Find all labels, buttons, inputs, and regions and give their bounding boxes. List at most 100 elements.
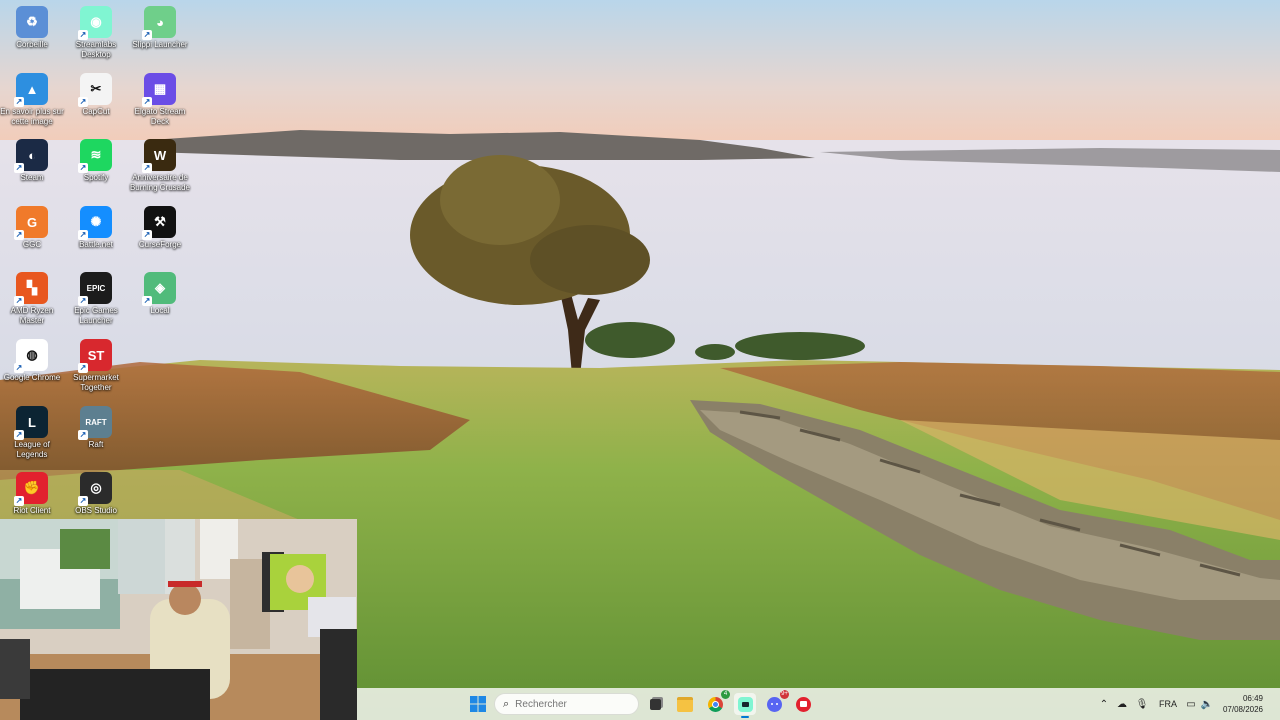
- battlenet-icon: ✺ ↗: [78, 206, 112, 240]
- recycle-bin-icon: ♻: [16, 6, 48, 38]
- elgato-stream-deck-icon: ▦ ↗: [142, 73, 176, 107]
- desktop-icon-capcut[interactable]: ✂ ↗ CapCut: [64, 69, 128, 131]
- chevron-up-icon[interactable]: ⌃: [1095, 699, 1113, 710]
- supermarket-together-icon: ST ↗: [78, 339, 112, 373]
- streamlabs-icon: ◉ ↗: [78, 6, 112, 40]
- league-of-legends-icon: L ↗: [14, 406, 48, 440]
- shortcut-arrow-icon: ↗: [78, 97, 88, 107]
- clock-time: 06:49: [1242, 694, 1263, 703]
- chrome-taskbar-button[interactable]: 4: [704, 690, 730, 715]
- steam-icon: ◐ ↗: [14, 139, 48, 173]
- shortcut-arrow-icon: ↗: [142, 163, 152, 173]
- chrome-badge: 4: [721, 690, 730, 699]
- desktop-icon-league-of-legends[interactable]: L ↗ League of Legends: [0, 402, 64, 464]
- desktop-icon-label: Local: [150, 306, 170, 315]
- system-tray: ⌃ ☁ 🎙 FRA ▭ 🔈: [1095, 688, 1215, 720]
- volume-icon[interactable]: 🔈: [1199, 699, 1215, 710]
- shortcut-arrow-icon: ↗: [78, 430, 88, 440]
- desktop-icon-ggc[interactable]: G ↗ GGC: [0, 202, 64, 264]
- desktop-icon-label: En savoir plus sur cette image: [0, 107, 64, 126]
- wow-icon: W ↗: [142, 139, 176, 173]
- desktop-icon-raft[interactable]: RAFT ↗ Raft: [64, 402, 128, 464]
- display-icon[interactable]: ▭: [1183, 699, 1199, 710]
- shortcut-arrow-icon: ↗: [142, 230, 152, 240]
- desktop-icon-steam[interactable]: ◐ ↗ Steam: [0, 135, 64, 197]
- discord-taskbar-button[interactable]: 9+: [763, 690, 789, 715]
- shortcut-arrow-icon: ↗: [78, 496, 88, 506]
- desktop-icon-label: Corbeille: [16, 40, 48, 49]
- search-input[interactable]: [513, 697, 628, 711]
- clock-date: 07/08/2026: [1222, 705, 1263, 714]
- desktop-icon-label: CurseForge: [138, 240, 182, 249]
- shortcut-arrow-icon: ↗: [142, 97, 152, 107]
- local-icon: ◈ ↗: [142, 272, 176, 306]
- desktop-icon-streamlabs[interactable]: ◉ ↗ Streamlabs Desktop: [64, 2, 128, 64]
- raft-icon: RAFT ↗: [78, 406, 112, 440]
- shortcut-arrow-icon: ↗: [14, 163, 24, 173]
- desktop-icon-epic-games[interactable]: EPIC ↗ Epic Games Launcher: [64, 268, 128, 330]
- shortcut-arrow-icon: ↗: [14, 97, 24, 107]
- desktop-icon-label: OBS Studio: [75, 506, 117, 515]
- desktop-icon-recycle-bin[interactable]: ♻ Corbeille: [0, 2, 64, 64]
- clock[interactable]: 06:49 07/08/2026: [1223, 688, 1263, 720]
- ggc-icon: G ↗: [14, 206, 48, 240]
- taskbar-search[interactable]: ⌕: [494, 693, 639, 715]
- desktop-icon-local[interactable]: ◈ ↗ Local: [128, 268, 192, 330]
- shortcut-arrow-icon: ↗: [142, 296, 152, 306]
- riot-taskbar-button[interactable]: [792, 693, 814, 715]
- desktop-icon-slippi[interactable]: ◕ ↗ Slippi Launcher: [128, 2, 192, 64]
- desktop-icon-label: Google Chrome: [3, 373, 61, 382]
- amd-ryzen-icon: ▚ ↗: [14, 272, 48, 306]
- folder-icon: [677, 696, 693, 712]
- spotify-icon: ≋ ↗: [78, 139, 112, 173]
- shortcut-arrow-icon: ↗: [14, 430, 24, 440]
- desktop-icon-label: Spotify: [83, 173, 109, 182]
- network-status-icon[interactable]: ☁: [1113, 699, 1131, 710]
- curseforge-icon: ⚒ ↗: [142, 206, 176, 240]
- discord-badge: 9+: [780, 690, 789, 699]
- shortcut-arrow-icon: ↗: [78, 230, 88, 240]
- streamlabs-taskbar-button[interactable]: [734, 693, 756, 718]
- slippi-icon: ◕ ↗: [142, 6, 176, 40]
- desktop-icon-label: GGC: [22, 240, 42, 249]
- desktop-icon-label: League of Legends: [14, 440, 50, 459]
- start-button[interactable]: [467, 693, 489, 715]
- desktop-icon-elgato-stream-deck[interactable]: ▦ ↗ Elgato Stream Deck: [128, 69, 192, 131]
- active-indicator: [741, 716, 749, 718]
- shortcut-arrow-icon: ↗: [78, 30, 88, 40]
- shortcut-arrow-icon: ↗: [78, 363, 88, 373]
- info-image-icon: ▲ ↗: [14, 73, 48, 107]
- windows-start-icon: [470, 696, 486, 712]
- discord-icon: [766, 696, 782, 712]
- capcut-icon: ✂ ↗: [78, 73, 112, 107]
- desktop-icon-amd-ryzen[interactable]: ▚ ↗ AMD Ryzen Master: [0, 268, 64, 330]
- desktop-icon-label: Riot Client: [13, 506, 51, 515]
- obs-studio-icon: ◎ ↗: [78, 472, 112, 506]
- desktop-icon-spotify[interactable]: ≋ ↗ Spotify: [64, 135, 128, 197]
- microphone-icon[interactable]: 🎙: [1131, 699, 1153, 710]
- desktop-icon-label: Battle.net: [79, 240, 113, 249]
- desktop-icon-label: Elgato Stream Deck: [134, 107, 186, 126]
- riot-client-icon: [795, 696, 811, 712]
- task-view-button[interactable]: [644, 693, 666, 715]
- taskbar: ⌕ 4 9+ ⌃ ☁ 🎙 FRA ▭ 🔈: [357, 688, 1280, 720]
- desktop-icon-label: Raft: [88, 440, 104, 449]
- desktop-icon-label: Anniversaire de Burning Crusade: [129, 173, 191, 192]
- chrome-icon: ◍ ↗: [14, 339, 48, 373]
- task-view-icon: [649, 698, 661, 710]
- desktop-icon-supermarket-together[interactable]: ST ↗ Supermarket Together: [64, 335, 128, 397]
- desktop-icon-chrome[interactable]: ◍ ↗ Google Chrome: [0, 335, 64, 397]
- shortcut-arrow-icon: ↗: [14, 496, 24, 506]
- webcam-overlay: [0, 519, 357, 720]
- search-icon: ⌕: [503, 697, 510, 710]
- desktop-icon-curseforge[interactable]: ⚒ ↗ CurseForge: [128, 202, 192, 264]
- desktop-icon-label: Epic Games Launcher: [74, 306, 118, 325]
- file-explorer-button[interactable]: [674, 693, 696, 715]
- desktop-icon-battlenet[interactable]: ✺ ↗ Battle.net: [64, 202, 128, 264]
- desktop-icon-label: Streamlabs Desktop: [75, 40, 117, 59]
- desktop-icon-label: Supermarket Together: [73, 373, 119, 392]
- desktop-icon-info-image[interactable]: ▲ ↗ En savoir plus sur cette image: [0, 69, 64, 131]
- desktop-icon-wow[interactable]: W ↗ Anniversaire de Burning Crusade: [128, 135, 192, 197]
- shortcut-arrow-icon: ↗: [78, 163, 88, 173]
- language-indicator[interactable]: FRA: [1153, 699, 1183, 709]
